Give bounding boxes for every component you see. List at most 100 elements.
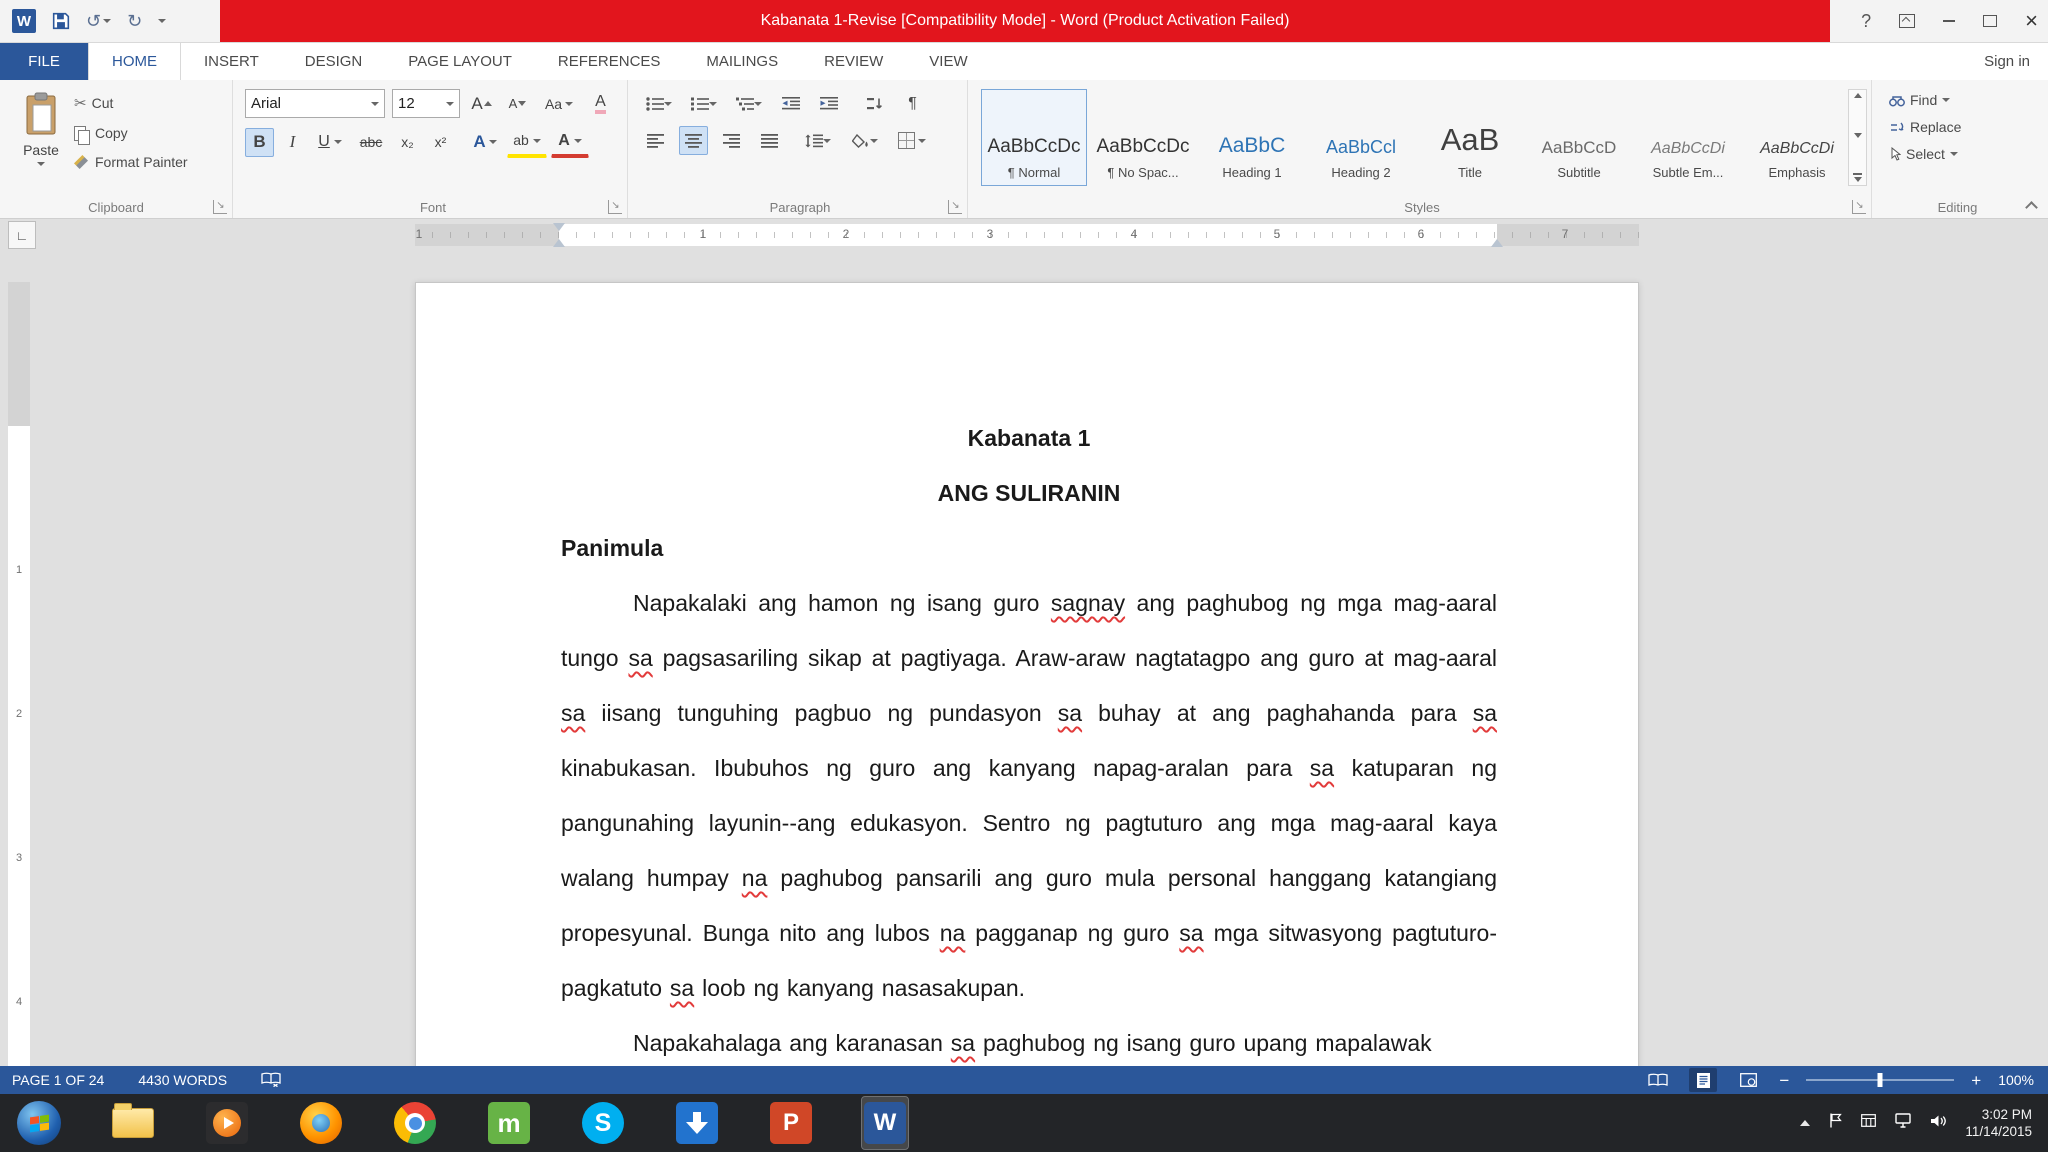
font-size-combobox[interactable]: 12	[392, 89, 460, 118]
undo-dropdown-icon[interactable]	[103, 19, 112, 23]
styles-dialog-launcher[interactable]: ↘	[1852, 200, 1866, 214]
tab-design[interactable]: DESIGN	[282, 42, 386, 80]
paste-dropdown-icon[interactable]	[37, 162, 45, 166]
styles-gallery-more-button[interactable]	[1853, 173, 1862, 182]
bold-button[interactable]: B	[245, 127, 274, 157]
zoom-in-button[interactable]: +	[1971, 1072, 1981, 1089]
powerpoint-button[interactable]: P	[768, 1097, 814, 1149]
doc-heading-chapter[interactable]: Kabanata 1	[561, 411, 1497, 466]
page-indicator[interactable]: PAGE 1 OF 24	[12, 1072, 104, 1088]
minimize-button[interactable]	[1943, 20, 1956, 22]
change-case-button[interactable]: Aa	[539, 89, 579, 118]
sort-button[interactable]	[860, 89, 889, 118]
clock[interactable]: 3:02 PM 11/14/2015	[1965, 1106, 2032, 1140]
find-button[interactable]: Find	[1889, 92, 1961, 108]
proofing-errors-icon[interactable]	[261, 1071, 281, 1090]
format-painter-button[interactable]: Format Painter	[74, 154, 188, 170]
tab-page-layout[interactable]: PAGE LAYOUT	[385, 42, 535, 80]
multilevel-list-button[interactable]	[731, 89, 767, 118]
save-button[interactable]	[52, 12, 70, 30]
justify-button[interactable]	[755, 126, 784, 155]
volume-icon[interactable]	[1930, 1114, 1947, 1133]
decrease-indent-button[interactable]	[776, 89, 805, 118]
sign-in-link[interactable]: Sign in	[1984, 42, 2048, 80]
doc-paragraph-1[interactable]: Napakalaki ang hamon ng isang guro sagna…	[561, 576, 1497, 1016]
word-button[interactable]: W	[861, 1096, 909, 1150]
styles-scroll-down-button[interactable]	[1853, 133, 1862, 138]
tab-view[interactable]: VIEW	[906, 42, 990, 80]
strikethrough-button[interactable]: abc	[353, 128, 389, 157]
show-formatting-marks-button[interactable]: ¶	[898, 89, 927, 118]
shrink-font-button[interactable]: A	[503, 89, 532, 118]
copy-button[interactable]: Copy	[74, 125, 188, 145]
cut-button[interactable]: ✂ Cut	[74, 94, 188, 112]
styles-scroll-up-button[interactable]	[1853, 93, 1862, 98]
web-layout-button[interactable]	[1734, 1068, 1762, 1092]
font-name-combobox[interactable]: Arial	[245, 89, 385, 118]
ribbon-display-options-button[interactable]	[1899, 14, 1916, 28]
windows-grid-icon[interactable]	[1861, 1114, 1877, 1132]
maximize-button[interactable]	[1983, 15, 1998, 27]
clipboard-dialog-launcher[interactable]: ↘	[213, 200, 227, 214]
action-center-flag-icon[interactable]	[1829, 1113, 1843, 1133]
file-explorer-button[interactable]	[110, 1097, 156, 1149]
grow-font-button[interactable]: A	[467, 89, 496, 118]
start-button[interactable]	[16, 1097, 62, 1149]
hidden-icons-button[interactable]	[1800, 1120, 1811, 1126]
right-indent-marker[interactable]	[1491, 239, 1503, 247]
select-button[interactable]: Select	[1889, 146, 1961, 162]
font-dialog-launcher[interactable]: ↘	[608, 200, 622, 214]
borders-button[interactable]	[893, 126, 931, 155]
m-app-button[interactable]: m	[486, 1097, 532, 1149]
doc-paragraph-2[interactable]: Napakahalaga ang karanasan sa paghubog n…	[561, 1016, 1497, 1066]
tab-home[interactable]: HOME	[88, 42, 181, 80]
zoom-slider[interactable]	[1806, 1073, 1955, 1087]
highlight-color-button[interactable]: ab	[507, 126, 547, 158]
zoom-slider-thumb[interactable]	[1877, 1073, 1883, 1087]
horizontal-ruler[interactable]: 1 1 2 3 4 5 6 7	[415, 223, 1639, 247]
word-count[interactable]: 4430 WORDS	[138, 1072, 227, 1088]
style-normal[interactable]: AaBbCcDc ¶ Normal	[981, 89, 1087, 186]
paragraph-dialog-launcher[interactable]: ↘	[948, 200, 962, 214]
tab-review[interactable]: REVIEW	[801, 42, 906, 80]
subscript-button[interactable]: x₂	[393, 128, 422, 157]
bullets-button[interactable]	[641, 89, 677, 118]
align-right-button[interactable]	[717, 126, 746, 155]
tab-stop-selector[interactable]: ∟	[8, 221, 36, 249]
zoom-out-button[interactable]: −	[1779, 1072, 1789, 1089]
close-button[interactable]: ×	[2025, 8, 2038, 34]
zoom-level[interactable]: 100%	[1998, 1072, 2034, 1088]
help-button[interactable]: ?	[1861, 11, 1871, 32]
tab-file[interactable]: FILE	[0, 42, 88, 80]
media-player-button[interactable]	[204, 1097, 250, 1149]
tab-mailings[interactable]: MAILINGS	[683, 42, 801, 80]
tab-references[interactable]: REFERENCES	[535, 42, 684, 80]
style-title[interactable]: AaB Title	[1417, 89, 1523, 186]
network-icon[interactable]	[1895, 1113, 1912, 1133]
style-no-spacing[interactable]: AaBbCcDc ¶ No Spac...	[1090, 89, 1196, 186]
redo-button[interactable]: ↻	[127, 11, 142, 32]
doc-heading-subtitle[interactable]: ANG SULIRANIN	[561, 466, 1497, 521]
numbering-button[interactable]	[686, 89, 722, 118]
paste-button[interactable]: Paste	[10, 88, 72, 196]
doc-heading-section[interactable]: Panimula	[561, 521, 1497, 576]
underline-button[interactable]: U	[311, 128, 349, 157]
print-layout-button[interactable]	[1689, 1068, 1718, 1092]
style-heading-2[interactable]: AaBbCcl Heading 2	[1308, 89, 1414, 186]
style-subtitle[interactable]: AaBbCcD Subtitle	[1526, 89, 1632, 186]
line-spacing-button[interactable]	[799, 126, 837, 155]
superscript-button[interactable]: x²	[426, 128, 455, 157]
skype-button[interactable]: S	[580, 1097, 626, 1149]
shading-button[interactable]	[846, 126, 884, 155]
font-color-button[interactable]: A	[551, 126, 589, 158]
chrome-button[interactable]	[392, 1097, 438, 1149]
firefox-button[interactable]	[298, 1097, 344, 1149]
style-heading-1[interactable]: AaBbC Heading 1	[1199, 89, 1305, 186]
customize-qat-button[interactable]	[158, 19, 167, 23]
clear-formatting-button[interactable]: A	[586, 89, 615, 118]
first-line-indent-marker[interactable]	[553, 223, 565, 231]
italic-button[interactable]: I	[278, 128, 307, 157]
word-app-icon[interactable]: W	[12, 9, 36, 33]
align-left-button[interactable]	[641, 126, 670, 155]
document-page[interactable]: Kabanata 1 ANG SULIRANIN Panimula Napaka…	[415, 282, 1639, 1066]
